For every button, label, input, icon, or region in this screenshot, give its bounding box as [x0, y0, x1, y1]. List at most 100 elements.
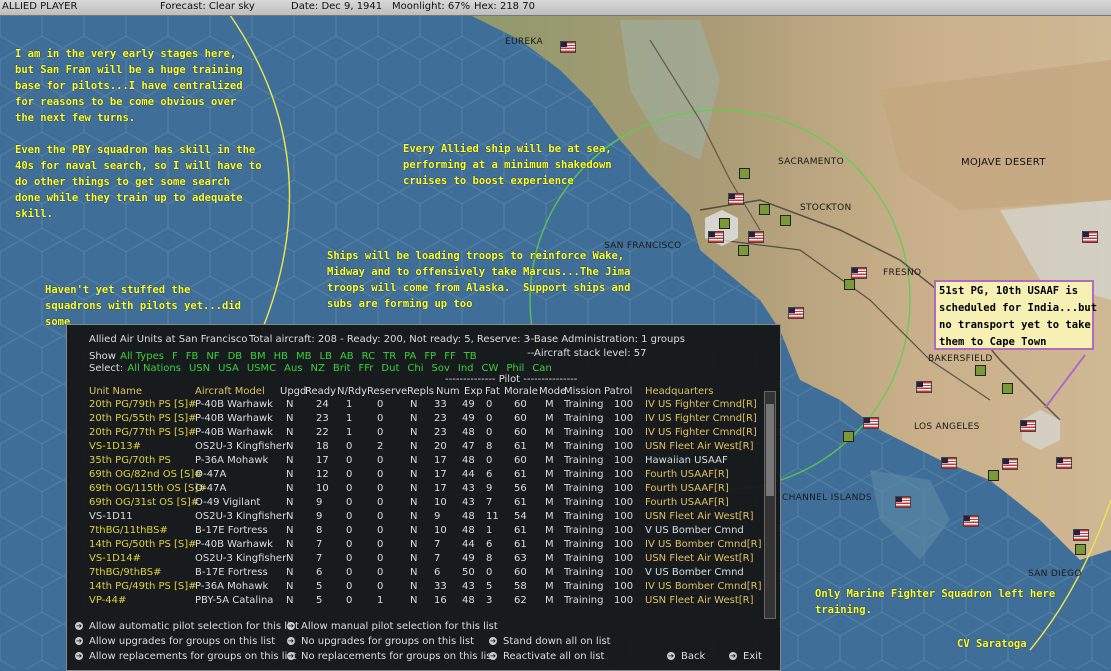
us-base-flag-icon[interactable]: [748, 231, 764, 243]
column-header[interactable]: Mode: [539, 386, 566, 397]
auto-pilot-option[interactable]: ➔ Allow automatic pilot selection for thi…: [75, 621, 299, 632]
no-replacements-option[interactable]: ➔ No replacements for groups on this list: [287, 651, 495, 662]
cell-unit[interactable]: 35th PG/70th PS: [89, 455, 171, 466]
type-filter-6[interactable]: HB: [274, 351, 288, 362]
ground-unit-icon[interactable]: [988, 470, 999, 481]
table-row[interactable]: 35th PG/70th PS P-36A Mohawk N 17 0 0 N 17 48 0 60…: [67, 455, 767, 469]
us-base-flag-icon[interactable]: [788, 307, 804, 319]
ground-unit-icon[interactable]: [975, 365, 986, 376]
type-filter-1[interactable]: F: [172, 351, 178, 362]
nation-filter-11[interactable]: Ind: [458, 363, 474, 374]
table-row[interactable]: 20th PG/79th PS [S]# P-40B Warhawk N 24 1 0 N 3…: [67, 399, 767, 413]
nation-filter-7[interactable]: FFr: [359, 363, 374, 374]
nation-filter-4[interactable]: Aus: [284, 363, 302, 374]
type-filter-12[interactable]: PA: [404, 351, 416, 362]
us-base-flag-icon[interactable]: [863, 417, 879, 429]
column-header[interactable]: Exp: [464, 386, 483, 397]
nation-filter-8[interactable]: Dut: [381, 363, 399, 374]
type-filter-5[interactable]: BM: [250, 351, 266, 362]
nation-filter-13[interactable]: Phil: [506, 363, 524, 374]
us-base-flag-icon[interactable]: [1082, 231, 1098, 243]
column-header[interactable]: N/Rdy: [337, 386, 367, 397]
column-header[interactable]: Ready: [305, 386, 336, 397]
type-filter-9[interactable]: AB: [340, 351, 354, 362]
cell-unit[interactable]: 20th PG/77th PS [S]#: [89, 427, 197, 438]
ground-unit-icon[interactable]: [844, 279, 855, 290]
cell-unit[interactable]: 14th PG/50th PS [S]#: [89, 539, 197, 550]
cell-unit[interactable]: VS-1D14#: [89, 553, 141, 564]
column-header[interactable]: Upgd: [280, 386, 306, 397]
table-row[interactable]: 14th PG/49th PS [S]# P-36A Mohawk N 5 0 0 N 33 4…: [67, 581, 767, 595]
cell-unit[interactable]: 69th OG/82nd OS [S]#: [89, 469, 203, 480]
us-base-flag-icon[interactable]: [941, 457, 957, 469]
column-header[interactable]: Headquarters: [645, 386, 713, 397]
type-filter-3[interactable]: NF: [206, 351, 219, 362]
allow-upgrades-option[interactable]: ➔ Allow upgrades for groups on this list: [75, 636, 275, 647]
column-header[interactable]: Fat: [485, 386, 500, 397]
type-filter-14[interactable]: FF: [444, 351, 456, 362]
ground-unit-icon[interactable]: [1002, 383, 1013, 394]
manual-pilot-option[interactable]: ➔ Allow manual pilot selection for this l…: [287, 621, 498, 632]
cell-unit[interactable]: 69th OG/115th OS [S]#: [89, 483, 207, 494]
cell-unit[interactable]: 20th PG/79th PS [S]#: [89, 399, 197, 410]
ground-unit-icon[interactable]: [1075, 544, 1086, 555]
cell-unit[interactable]: 7thBG/11thBS#: [89, 525, 168, 536]
type-filter-11[interactable]: TR: [383, 351, 396, 362]
type-filter-7[interactable]: MB: [296, 351, 312, 362]
table-row[interactable]: 14th PG/50th PS [S]# P-40B Warhawk N 7 0 0 N 7 4…: [67, 539, 767, 553]
table-row[interactable]: 69th OG/115th OS [S]# O-47A N 10 0 0 N 17 43 9 56 M…: [67, 483, 767, 497]
type-filter-13[interactable]: FP: [424, 351, 436, 362]
cell-unit[interactable]: VS-1D13#: [89, 441, 141, 452]
column-header[interactable]: Reserve: [367, 386, 407, 397]
nation-filter-14[interactable]: Can: [532, 363, 551, 374]
nation-filter-10[interactable]: Sov: [431, 363, 449, 374]
exit-button[interactable]: ➔ Exit: [729, 651, 762, 662]
type-filter-4[interactable]: DB: [228, 351, 243, 362]
back-button[interactable]: ➔ Back: [667, 651, 705, 662]
column-header[interactable]: Num: [436, 386, 460, 397]
nation-filter-1[interactable]: USN: [189, 363, 210, 374]
column-header[interactable]: Morale: [504, 386, 538, 397]
cell-unit[interactable]: 7thBG/9thBS#: [89, 567, 161, 578]
us-base-flag-icon[interactable]: [916, 381, 932, 393]
table-row[interactable]: 69th OG/31st OS [S]# O-49 Vigilant N 9 0 0 N 10…: [67, 497, 767, 511]
nation-filter-3[interactable]: USMC: [247, 363, 276, 374]
list-scrollbar[interactable]: [764, 391, 776, 619]
table-row[interactable]: 20th PG/77th PS [S]# P-40B Warhawk N 22 1 0 N 2…: [67, 427, 767, 441]
ground-unit-icon[interactable]: [738, 245, 749, 256]
table-row[interactable]: 69th OG/82nd OS [S]# O-47A N 12 0 0 N 17 44 6 61 M T…: [67, 469, 767, 483]
ground-unit-icon[interactable]: [780, 215, 791, 226]
stand-down-option[interactable]: ➔ Stand down all on list: [489, 636, 611, 647]
reactivate-option[interactable]: ➔ Reactivate all on list: [489, 651, 604, 662]
us-base-flag-icon[interactable]: [1002, 458, 1018, 470]
cell-unit[interactable]: VS-1D11: [89, 511, 133, 522]
table-row[interactable]: VS-1D14# OS2U-3 Kingfisher N 7 0 0 N 7 49 8 63 M Tra…: [67, 553, 767, 567]
type-filter-8[interactable]: LB: [320, 351, 332, 362]
column-header[interactable]: Unit Name: [89, 386, 142, 397]
type-filter-15[interactable]: TB: [464, 351, 477, 362]
column-header[interactable]: Aircraft Model: [195, 386, 265, 397]
cell-unit[interactable]: 20th PG/55th PS [S]#: [89, 413, 197, 424]
table-row[interactable]: 7thBG/9thBS# B-17E Fortress N 6 0 0 N 6 50 0 60 M Tr…: [67, 567, 767, 581]
table-row[interactable]: VS-1D13# OS2U-3 Kingfisher N 18 0 2 N 20 47 8 61 M T…: [67, 441, 767, 455]
nation-filter-6[interactable]: Brit: [333, 363, 351, 374]
ground-unit-icon[interactable]: [843, 431, 854, 442]
us-base-flag-icon[interactable]: [708, 231, 724, 243]
us-base-flag-icon[interactable]: [728, 193, 744, 205]
table-row[interactable]: 20th PG/55th PS [S]# P-40B Warhawk N 23 1 0 N 2…: [67, 413, 767, 427]
type-filter-2[interactable]: FB: [186, 351, 199, 362]
nation-filter-9[interactable]: Chi: [407, 363, 423, 374]
type-filter-0[interactable]: All Types: [120, 351, 164, 362]
us-base-flag-icon[interactable]: [1073, 529, 1089, 541]
table-row[interactable]: VS-1D11 OS2U-3 Kingfisher N 9 0 0 N 9 48 11 54 M Tra…: [67, 511, 767, 525]
type-filter-10[interactable]: RC: [362, 351, 375, 362]
us-base-flag-icon[interactable]: [963, 515, 979, 527]
us-base-flag-icon[interactable]: [851, 267, 867, 279]
ground-unit-icon[interactable]: [759, 204, 770, 215]
us-base-flag-icon[interactable]: [895, 496, 911, 508]
nation-filter-5[interactable]: NZ: [311, 363, 325, 374]
allow-replacements-option[interactable]: ➔ Allow replacements for groups on this l…: [75, 651, 296, 662]
table-row[interactable]: 7thBG/11thBS# B-17E Fortress N 8 0 0 N 10 48 1 61 M…: [67, 525, 767, 539]
column-header[interactable]: Patrol: [604, 386, 632, 397]
us-base-flag-icon[interactable]: [560, 41, 576, 53]
